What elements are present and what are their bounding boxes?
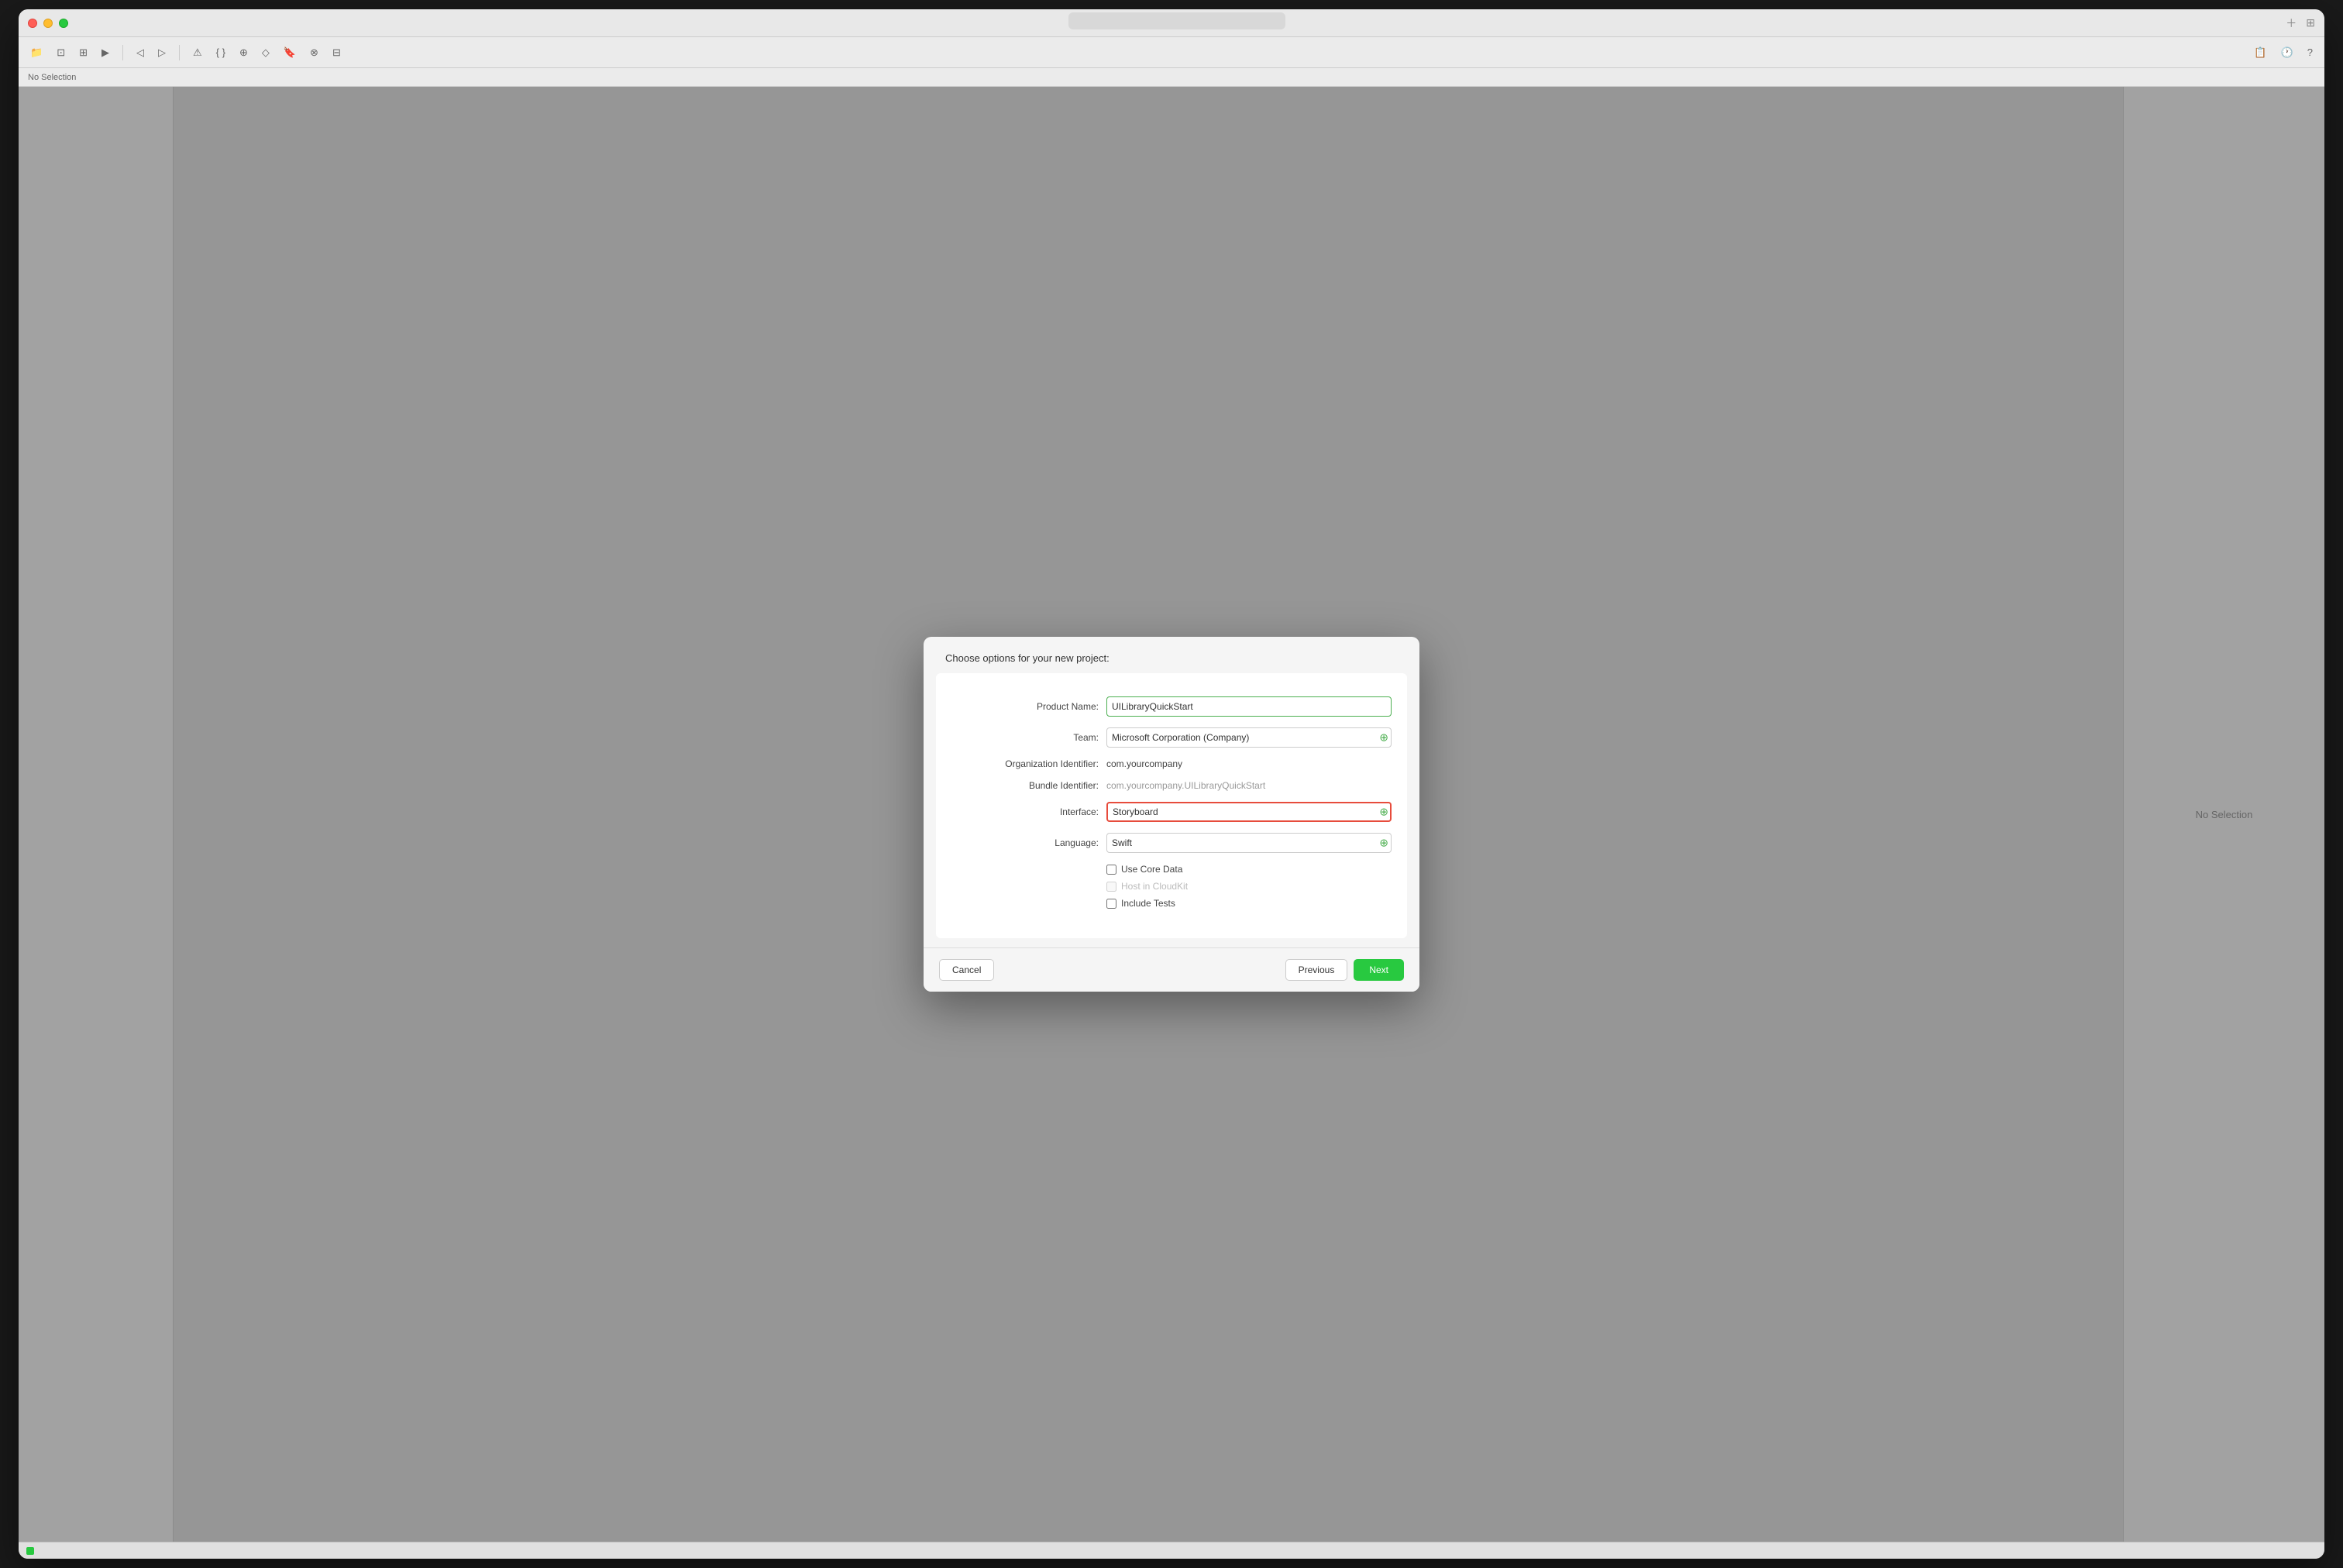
source-icon[interactable]: { } bbox=[212, 44, 229, 60]
previous-button[interactable]: Previous bbox=[1285, 959, 1348, 981]
modal-header: Choose options for your new project: bbox=[924, 637, 1419, 664]
bundle-identifier-row: Bundle Identifier: com.yourcompany.UILib… bbox=[951, 780, 1392, 791]
language-select[interactable]: Swift Objective-C bbox=[1106, 833, 1392, 853]
include-tests-row: Include Tests bbox=[1106, 898, 1392, 909]
run-icon[interactable]: ▶ bbox=[98, 44, 113, 61]
help-icon[interactable]: ? bbox=[2303, 44, 2317, 60]
minimize-button[interactable] bbox=[43, 19, 53, 28]
breadcrumb: No Selection bbox=[28, 73, 76, 82]
interface-select[interactable]: Storyboard SwiftUI bbox=[1106, 802, 1392, 822]
maximize-button[interactable] bbox=[59, 19, 68, 28]
status-dot bbox=[26, 1547, 34, 1555]
modal-title: Choose options for your new project: bbox=[945, 652, 1110, 664]
org-identifier-row: Organization Identifier: com.yourcompany bbox=[951, 758, 1392, 769]
back-icon[interactable]: ◁ bbox=[132, 44, 148, 61]
product-name-label: Product Name: bbox=[951, 701, 1106, 712]
titlebar-right: ＋ ⊞ bbox=[2286, 15, 2315, 31]
add-icon[interactable]: ＋ bbox=[2286, 15, 2297, 31]
next-button[interactable]: Next bbox=[1354, 959, 1404, 981]
interface-select-wrapper: Storyboard SwiftUI ⊕ bbox=[1106, 802, 1392, 822]
scheme-icon[interactable]: ⊞ bbox=[75, 44, 91, 61]
include-tests-checkbox[interactable] bbox=[1106, 899, 1116, 909]
bundle-identifier-value: com.yourcompany.UILibraryQuickStart bbox=[1106, 780, 1392, 791]
status-bar bbox=[19, 1542, 2324, 1559]
folder-icon[interactable]: 📁 bbox=[26, 44, 46, 61]
mac-window: ＋ ⊞ 📁 ⊡ ⊞ ▶ ◁ ▷ ⚠ { } ⊕ ◇ 🔖 ⊗ ⊟ 📋 🕐 ? No… bbox=[19, 9, 2324, 1559]
divider bbox=[122, 45, 123, 60]
divider2 bbox=[179, 45, 180, 60]
main-content: Choose options for your new project: Pro… bbox=[19, 87, 2324, 1542]
team-row: Team: Microsoft Corporation (Company) Pe… bbox=[951, 727, 1392, 748]
host-in-cloudkit-checkbox bbox=[1106, 882, 1116, 892]
language-select-wrapper: Swift Objective-C ⊕ bbox=[1106, 833, 1392, 853]
breadcrumb-bar: No Selection bbox=[19, 68, 2324, 87]
modal-dialog: Choose options for your new project: Pro… bbox=[924, 637, 1419, 992]
toolbar: 📁 ⊡ ⊞ ▶ ◁ ▷ ⚠ { } ⊕ ◇ 🔖 ⊗ ⊟ 📋 🕐 ? bbox=[19, 37, 2324, 68]
bundle-identifier-label: Bundle Identifier: bbox=[951, 780, 1106, 791]
team-select-wrapper: Microsoft Corporation (Company) Personal… bbox=[1106, 727, 1392, 748]
interface-label: Interface: bbox=[951, 806, 1106, 817]
mark-icon[interactable]: ◇ bbox=[258, 44, 274, 61]
use-core-data-checkbox[interactable] bbox=[1106, 865, 1116, 875]
breakpoint-icon[interactable]: ⊗ bbox=[306, 44, 322, 61]
host-in-cloudkit-row: Host in CloudKit bbox=[1106, 881, 1392, 892]
host-in-cloudkit-label: Host in CloudKit bbox=[1121, 881, 1188, 892]
interface-row: Interface: Storyboard SwiftUI ⊕ bbox=[951, 802, 1392, 822]
team-select[interactable]: Microsoft Corporation (Company) Personal… bbox=[1106, 727, 1392, 748]
language-row: Language: Swift Objective-C ⊕ bbox=[951, 833, 1392, 853]
close-button[interactable] bbox=[28, 19, 37, 28]
editor-area: Choose options for your new project: Pro… bbox=[174, 87, 2123, 1542]
use-core-data-row: Use Core Data bbox=[1106, 864, 1392, 875]
modal-footer: Cancel Previous Next bbox=[924, 947, 1419, 992]
diff-icon[interactable]: ⊕ bbox=[236, 44, 252, 61]
product-name-row: Product Name: bbox=[951, 696, 1392, 717]
cancel-button[interactable]: Cancel bbox=[939, 959, 994, 981]
stop-icon[interactable]: ⊡ bbox=[53, 44, 69, 61]
modal-body: Product Name: Team: Microsoft Corporatio… bbox=[936, 673, 1407, 938]
org-identifier-value: com.yourcompany bbox=[1106, 758, 1392, 769]
inspector-icon[interactable]: 📋 bbox=[2250, 44, 2270, 61]
warning-icon[interactable]: ⚠ bbox=[189, 44, 206, 61]
product-name-input[interactable] bbox=[1106, 696, 1392, 717]
language-label: Language: bbox=[951, 837, 1106, 848]
titlebar-center bbox=[74, 12, 2279, 33]
use-core-data-label: Use Core Data bbox=[1121, 864, 1182, 875]
panel-icon[interactable]: ⊟ bbox=[329, 44, 345, 61]
forward-icon[interactable]: ▷ bbox=[154, 44, 170, 61]
team-label: Team: bbox=[951, 732, 1106, 743]
modal-overlay: Choose options for your new project: Pro… bbox=[19, 87, 2324, 1542]
titlebar: ＋ ⊞ bbox=[19, 9, 2324, 37]
bookmark-icon[interactable]: 🔖 bbox=[280, 44, 300, 61]
org-identifier-label: Organization Identifier: bbox=[951, 758, 1106, 769]
split-view-icon[interactable]: ⊞ bbox=[2306, 16, 2315, 29]
include-tests-label: Include Tests bbox=[1121, 898, 1175, 909]
title-search-bar bbox=[1068, 12, 1285, 29]
history-icon[interactable]: 🕐 bbox=[2277, 44, 2297, 61]
